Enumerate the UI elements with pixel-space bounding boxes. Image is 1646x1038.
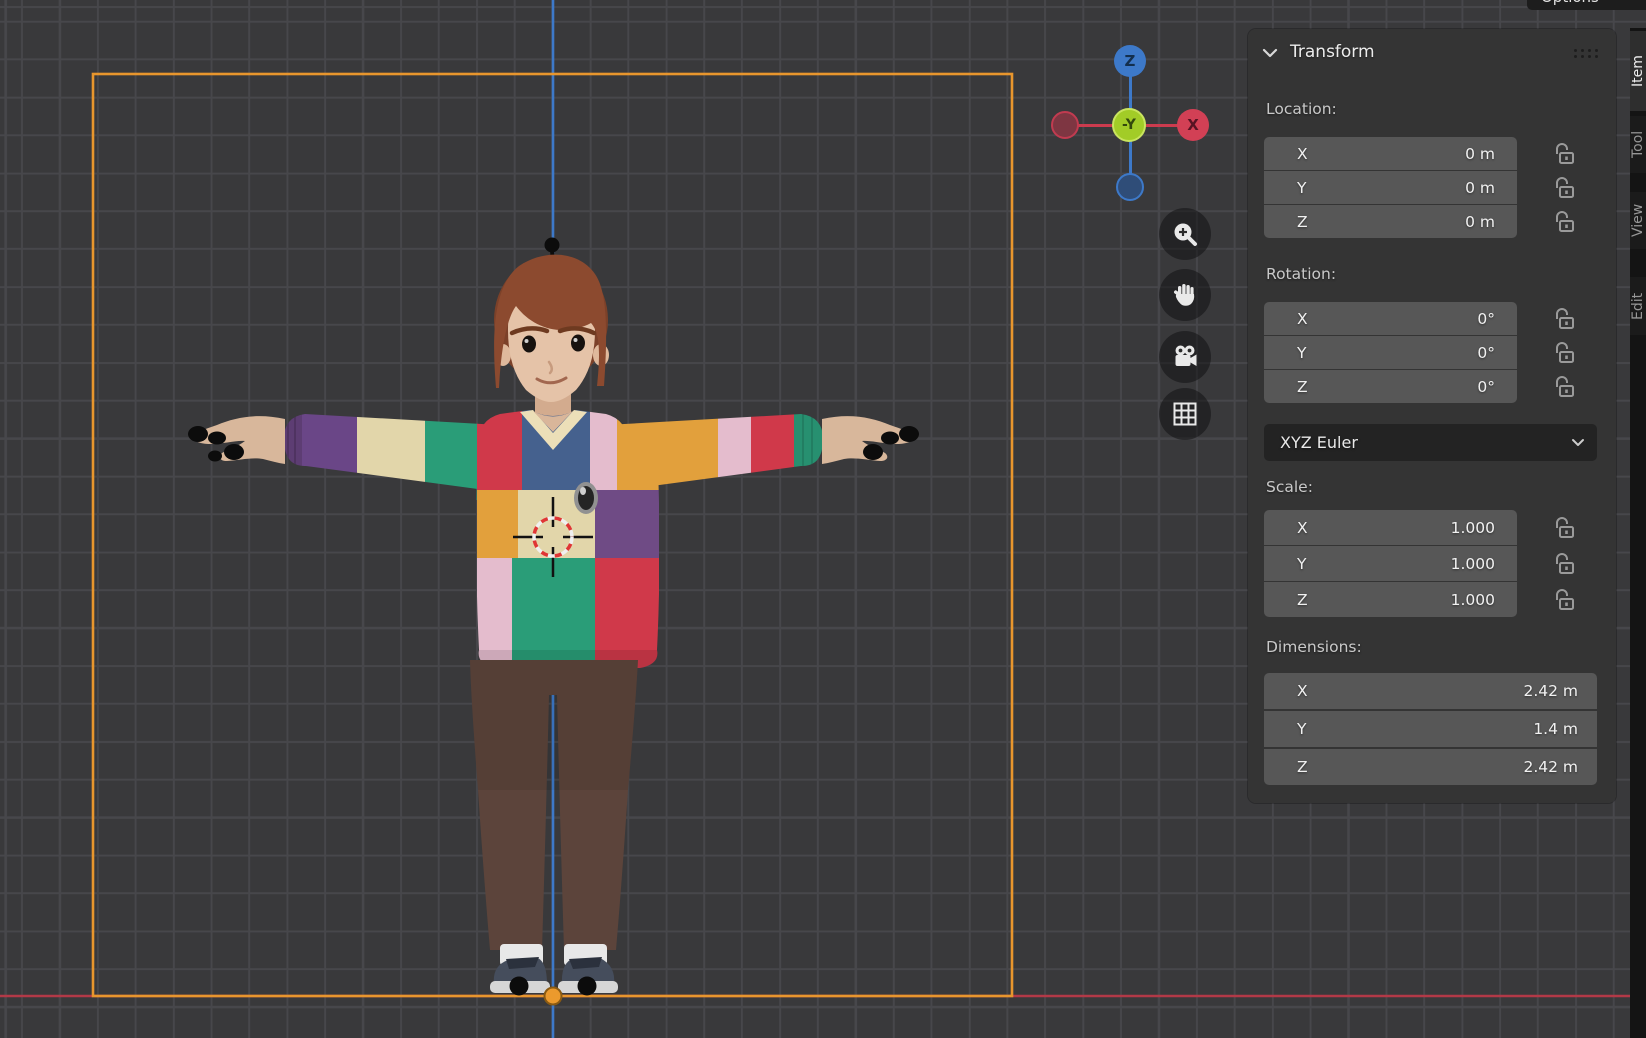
hand-icon (1170, 280, 1200, 310)
scale-y-field[interactable]: Y 1.000 (1264, 546, 1517, 581)
gizmo-axis-x[interactable]: X (1177, 109, 1209, 141)
grid-overlay-button[interactable] (1159, 388, 1211, 440)
transform-panel-header[interactable]: Transform (1248, 29, 1616, 75)
tab-view[interactable]: View (1630, 192, 1646, 249)
right-hand (822, 416, 919, 464)
location-y-field[interactable]: Y 0 m (1264, 171, 1517, 204)
lock-icon[interactable] (1549, 175, 1581, 203)
sidebar-tab-strip: Item Tool View Edit (1630, 28, 1646, 1038)
rotation-mode-dropdown[interactable]: XYZ Euler (1264, 424, 1597, 461)
object-origin-dot (545, 988, 562, 1005)
dimensions-z-field[interactable]: Z 2.42 m (1264, 749, 1597, 785)
gizmo-axis-y-neg[interactable]: -Y (1112, 108, 1146, 142)
dimensions-y-field[interactable]: Y 1.4 m (1264, 711, 1597, 747)
chevron-down-icon (1571, 438, 1585, 447)
lock-icon[interactable] (1549, 587, 1581, 615)
scale-x-field[interactable]: X 1.000 (1264, 510, 1517, 545)
lock-icon[interactable] (1549, 340, 1581, 368)
tab-tool[interactable]: Tool (1630, 116, 1646, 173)
magnifier-plus-icon (1170, 219, 1200, 249)
lock-icon[interactable] (1549, 515, 1581, 543)
scale-z-field[interactable]: Z 1.000 (1264, 582, 1517, 617)
scale-fields: X 1.000 Y 1.000 Z 1.000 (1264, 510, 1517, 617)
dimensions-x-field[interactable]: X 2.42 m (1264, 673, 1597, 709)
lock-icon[interactable] (1549, 209, 1581, 237)
transform-panel: Transform Location: X 0 m Y 0 m Z 0 m Ro… (1248, 29, 1616, 803)
location-fields: X 0 m Y 0 m Z 0 m (1264, 137, 1517, 238)
zoom-button[interactable] (1159, 208, 1211, 260)
tab-edit[interactable]: Edit (1630, 277, 1646, 335)
grid-icon (1170, 399, 1200, 429)
dimensions-label: Dimensions: (1266, 638, 1362, 656)
gizmo-axis-z-neg[interactable] (1116, 173, 1144, 201)
location-z-field[interactable]: Z 0 m (1264, 205, 1517, 238)
rotation-label: Rotation: (1266, 265, 1336, 283)
pan-button[interactable] (1159, 269, 1211, 321)
lock-icon[interactable] (1549, 551, 1581, 579)
tab-item[interactable]: Item (1630, 31, 1646, 111)
scale-label: Scale: (1266, 478, 1313, 496)
left-hand (188, 416, 285, 464)
medallion (576, 484, 596, 512)
rotation-z-field[interactable]: Z 0° (1264, 370, 1517, 403)
camera-view-button[interactable] (1159, 331, 1211, 383)
bone-dot-head (545, 238, 560, 253)
blender-3d-viewport: Z -Y X (0, 0, 1646, 1038)
location-label: Location: (1266, 100, 1337, 118)
panel-drag-handle-icon[interactable] (1574, 49, 1600, 57)
panel-title: Transform (1290, 42, 1375, 62)
gizmo-axis-x-neg[interactable] (1051, 111, 1079, 139)
lock-icon[interactable] (1549, 374, 1581, 402)
rotation-y-field[interactable]: Y 0° (1264, 336, 1517, 369)
gizmo-axis-z[interactable]: Z (1114, 45, 1146, 77)
lock-icon[interactable] (1549, 141, 1581, 169)
lock-icon[interactable] (1549, 306, 1581, 334)
options-button[interactable]: Options (1527, 0, 1646, 10)
rotation-fields: X 0° Y 0° Z 0° (1264, 302, 1517, 403)
location-x-field[interactable]: X 0 m (1264, 137, 1517, 170)
chevron-down-icon (1262, 48, 1278, 58)
dimensions-fields: X 2.42 m Y 1.4 m Z 2.42 m (1264, 673, 1597, 787)
movie-camera-icon (1170, 342, 1200, 372)
chevron-down-icon (1609, 0, 1622, 1)
rotation-x-field[interactable]: X 0° (1264, 302, 1517, 335)
